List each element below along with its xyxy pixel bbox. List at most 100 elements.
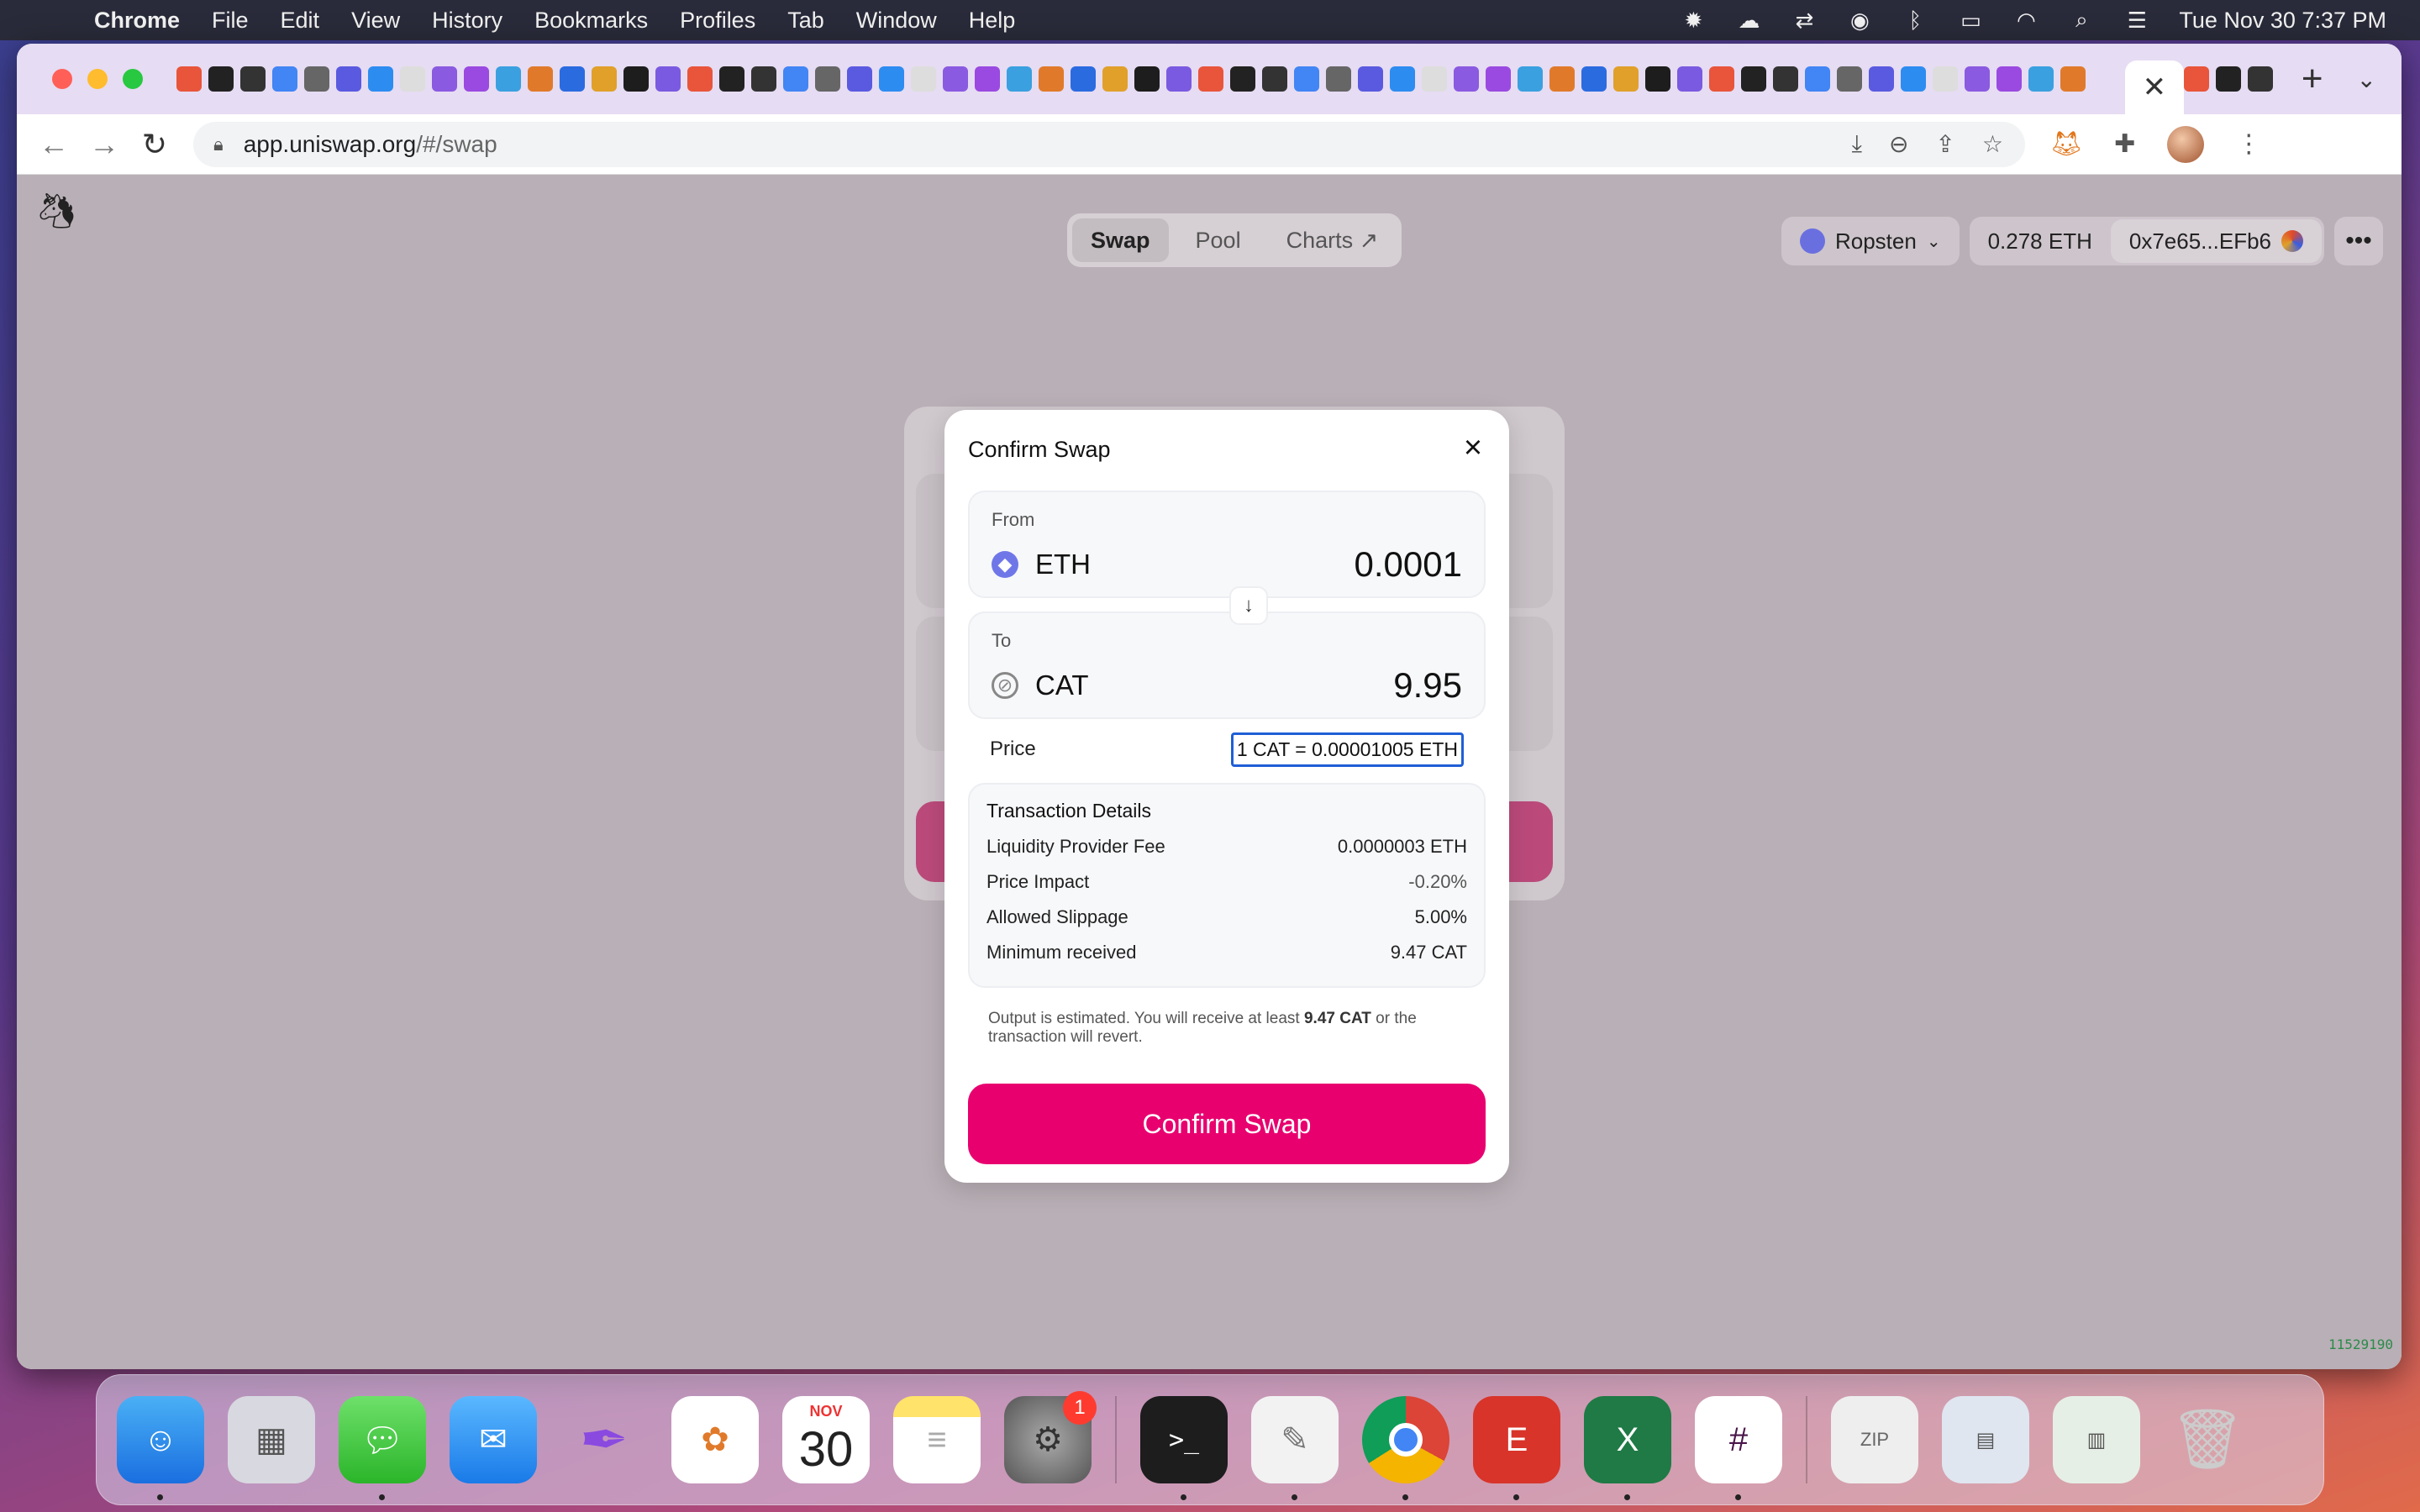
address-bar[interactable]: 🔒︎ app.uniswap.org/#/swap ⤓ ⊖ ⇪ ☆ <box>193 121 2025 167</box>
tab-favicon-icon[interactable] <box>815 66 840 92</box>
confirm-swap-button[interactable]: Confirm Swap <box>968 1084 1486 1164</box>
tab-favicon-icon[interactable] <box>879 66 904 92</box>
chrome-icon[interactable] <box>1362 1396 1449 1500</box>
minimize-window-button[interactable] <box>87 69 108 89</box>
menu-view[interactable]: View <box>351 8 400 34</box>
tab-favicon-icon[interactable] <box>655 66 681 92</box>
tab-favicon-icon[interactable] <box>592 66 617 92</box>
tab-favicon-icon[interactable] <box>1869 66 1894 92</box>
notes-icon[interactable]: ≡ <box>893 1396 981 1483</box>
tab-favicon-icon[interactable] <box>1390 66 1415 92</box>
finder-icon[interactable]: ☺ <box>117 1396 204 1500</box>
launchpad-icon[interactable]: ▦ <box>228 1396 315 1483</box>
tab-favicon-icon[interactable] <box>1645 66 1670 92</box>
tab-favicon-icon[interactable] <box>2028 66 2054 92</box>
tab-favicon-icon[interactable] <box>1805 66 1830 92</box>
tab-favicon-icon[interactable] <box>719 66 744 92</box>
tab-favicon-icon[interactable] <box>1039 66 1064 92</box>
zoom-window-button[interactable] <box>123 69 143 89</box>
account-pill[interactable]: 0.278 ETH 0x7e65...EFb6 <box>1969 217 2324 265</box>
system-preferences-icon[interactable]: ⚙ 1 <box>1004 1391 1097 1483</box>
transfer-icon[interactable]: ⇄ <box>1791 8 1818 33</box>
network-selector[interactable]: Ropsten ⌄ <box>1781 217 1960 265</box>
chrome-menu-icon[interactable]: ⋮ <box>2236 129 2261 159</box>
bluetooth-icon[interactable]: ᛒ <box>1902 8 1928 33</box>
tab-favicon-icon[interactable] <box>2247 66 2273 92</box>
tab-favicon-icon[interactable] <box>1549 66 1575 92</box>
bookmark-star-icon[interactable]: ☆ <box>1982 130 2003 158</box>
tab-favicon-icon[interactable] <box>1230 66 1255 92</box>
close-window-button[interactable] <box>52 69 72 89</box>
more-options-icon[interactable]: ••• <box>2334 217 2383 265</box>
nav-swap[interactable]: Swap <box>1072 218 1169 262</box>
tab-favicon-icon[interactable] <box>304 66 329 92</box>
trash-icon[interactable]: 🗑︎ <box>2164 1396 2251 1483</box>
messages-icon[interactable]: 💬︎ <box>339 1396 426 1500</box>
share-icon[interactable]: ⇪ <box>1935 130 1954 158</box>
tab-favicon-icon[interactable] <box>1326 66 1351 92</box>
tab-favicon-icon[interactable] <box>1294 66 1319 92</box>
close-icon[interactable]: × <box>1459 432 1487 464</box>
tab-favicon-icon[interactable] <box>1262 66 1287 92</box>
textedit-icon[interactable]: ✎ <box>1251 1396 1339 1500</box>
install-app-icon[interactable]: ⤓ <box>1852 130 1862 158</box>
tab-favicon-icon[interactable] <box>368 66 393 92</box>
tab-favicon-icon[interactable] <box>1996 66 2022 92</box>
tab-favicon-icon[interactable] <box>560 66 585 92</box>
tab-favicon-icon[interactable] <box>2183 66 2209 92</box>
wifi-icon[interactable]: ◠ <box>2012 8 2039 33</box>
tab-favicon-icon[interactable] <box>1741 66 1766 92</box>
close-tab-icon[interactable]: ✕ <box>2143 71 2167 104</box>
tab-favicon-icon[interactable] <box>975 66 1000 92</box>
tab-favicon-icon[interactable] <box>2060 66 2086 92</box>
zip-file-icon[interactable]: ZIP <box>1831 1396 1918 1483</box>
photos-icon[interactable]: ✿ <box>671 1396 759 1483</box>
tab-favicon-icon[interactable] <box>1134 66 1160 92</box>
tab-search-chevron-icon[interactable]: ⌄ <box>2357 66 2376 93</box>
nav-charts[interactable]: Charts ↗ <box>1268 218 1397 262</box>
tab-favicon-icon[interactable] <box>528 66 553 92</box>
menu-window[interactable]: Window <box>856 8 937 34</box>
tab-favicon-icon[interactable] <box>1358 66 1383 92</box>
calendar-icon[interactable]: NOV 30 <box>782 1396 870 1483</box>
active-tab[interactable]: ✕ <box>2124 60 2184 114</box>
new-tab-button[interactable]: + <box>2302 58 2323 100</box>
cloud-sync-icon[interactable]: ☁ <box>1735 8 1762 33</box>
zoom-icon[interactable]: ⊖ <box>1889 130 1908 158</box>
tab-favicon-icon[interactable] <box>943 66 968 92</box>
tab-favicon-icon[interactable] <box>1773 66 1798 92</box>
tab-favicon-icon[interactable] <box>1518 66 1543 92</box>
tab-favicon-icon[interactable] <box>1422 66 1447 92</box>
uniswap-unicorn-logo-icon[interactable]: 🦄︎ <box>35 192 78 230</box>
control-center-icon[interactable]: ☰ <box>2123 8 2150 33</box>
tab-favicon-icon[interactable] <box>1677 66 1702 92</box>
lock-icon[interactable]: 🔒︎ <box>213 134 224 155</box>
account-address-button[interactable]: 0x7e65...EFb6 <box>2110 219 2322 263</box>
tab-favicon-icon[interactable] <box>1933 66 1958 92</box>
tab-favicon-icon[interactable] <box>1102 66 1128 92</box>
menu-file[interactable]: File <box>212 8 249 34</box>
menu-clock[interactable]: Tue Nov 30 7:37 PM <box>2179 8 2386 34</box>
tab-favicon-icon[interactable] <box>1486 66 1511 92</box>
tab-favicon-icon[interactable] <box>1198 66 1223 92</box>
tab-favicon-icon[interactable] <box>432 66 457 92</box>
metamask-extension-icon[interactable]: 🦊︎ <box>2050 129 2082 159</box>
tab-favicon-icon[interactable] <box>1454 66 1479 92</box>
forward-button[interactable]: → <box>79 127 129 162</box>
tab-favicon-icon[interactable] <box>208 66 234 92</box>
tab-favicon-icon[interactable] <box>176 66 202 92</box>
menu-app-name[interactable]: Chrome <box>94 8 180 34</box>
tab-favicon-icon[interactable] <box>911 66 936 92</box>
tab-favicon-icon[interactable] <box>847 66 872 92</box>
tab-favicon-icon[interactable] <box>687 66 713 92</box>
tab-favicon-icon[interactable] <box>1837 66 1862 92</box>
menu-history[interactable]: History <box>432 8 502 34</box>
airdrop-icon[interactable]: ◉ <box>1846 8 1873 33</box>
expressvpn-icon[interactable]: E <box>1473 1396 1560 1500</box>
tab-favicon-icon[interactable] <box>1581 66 1607 92</box>
downloads-stack-icon[interactable]: ▤ <box>1942 1396 2029 1483</box>
tab-favicon-icon[interactable] <box>240 66 266 92</box>
tab-favicon-icon[interactable] <box>751 66 776 92</box>
menu-edit[interactable]: Edit <box>281 8 320 34</box>
tab-favicon-icon[interactable] <box>1965 66 1990 92</box>
